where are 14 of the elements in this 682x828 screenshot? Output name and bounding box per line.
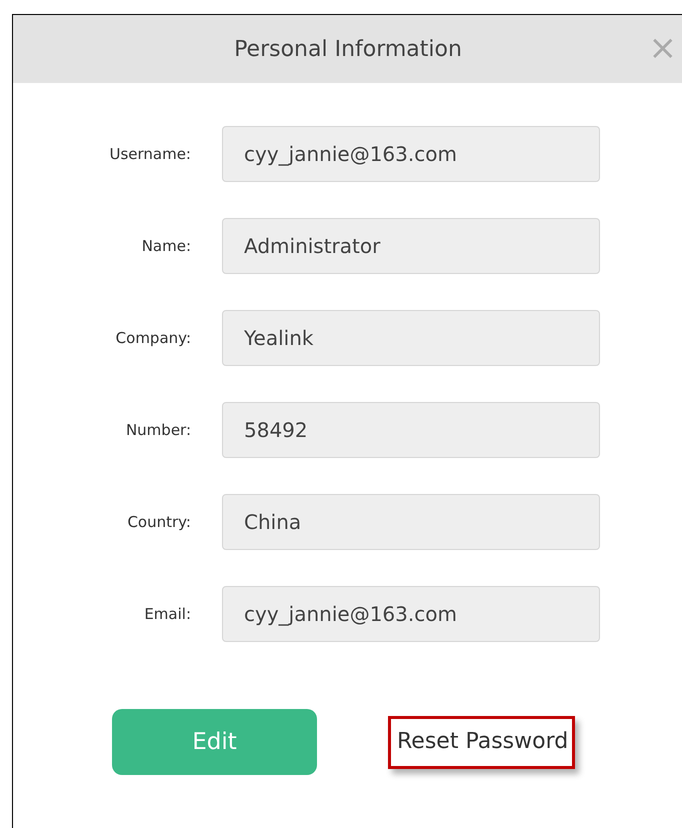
field-label: Country: [126, 513, 191, 531]
field-label: Company: [114, 329, 191, 347]
input-field[interactable]: cyy_jannie@163.com [222, 126, 600, 182]
field-label: Email: [143, 605, 191, 623]
input-field[interactable]: China [222, 494, 600, 550]
input-field[interactable]: Yealink [222, 310, 600, 366]
field-label: Name: [140, 237, 191, 255]
window-title: Personal Information [234, 36, 462, 62]
input-field[interactable]: Administrator [222, 218, 600, 274]
field-label: Username: [108, 145, 191, 163]
input-field[interactable]: cyy_jannie@163.com [222, 586, 600, 642]
reset-password-link[interactable]: Reset Password [388, 716, 576, 768]
field-label: Number: [124, 421, 191, 439]
input-field[interactable]: 58492 [222, 402, 600, 458]
